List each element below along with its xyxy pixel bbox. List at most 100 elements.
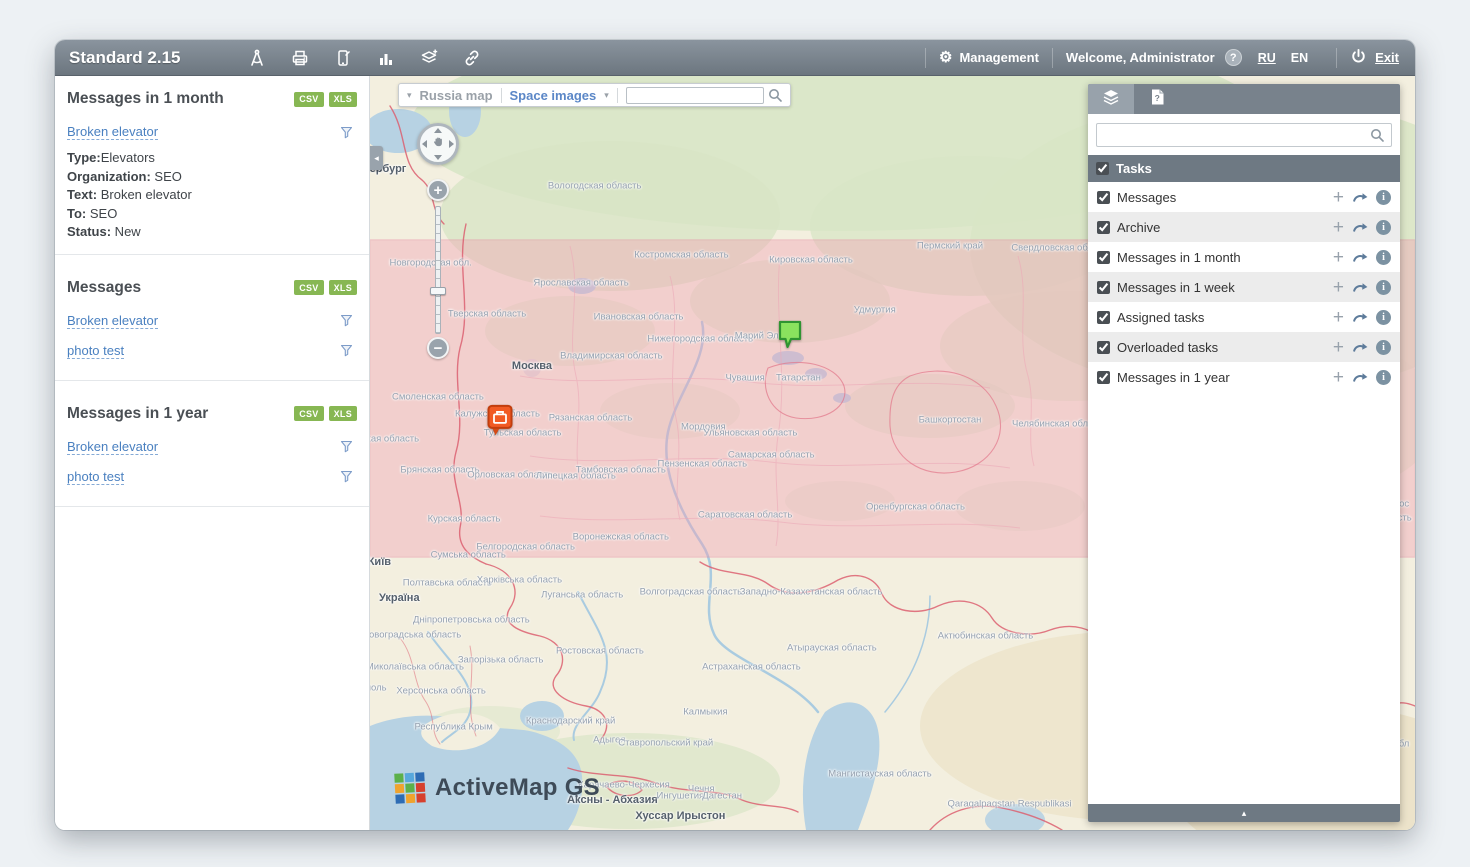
filter-icon[interactable] <box>340 126 353 139</box>
pan-right-icon[interactable] <box>449 140 454 148</box>
go-to-layer-icon[interactable] <box>1352 281 1368 293</box>
management-button[interactable]: ⚙ Management <box>939 50 1039 65</box>
csv-export-button[interactable]: CSV <box>294 406 323 421</box>
layer-checkbox[interactable] <box>1097 311 1110 324</box>
lang-ru-link[interactable]: RU <box>1258 51 1276 65</box>
info-icon[interactable]: i <box>1376 250 1391 265</box>
panel-collapse-arrow[interactable]: ◂ <box>370 146 383 170</box>
add-icon[interactable]: + <box>1333 338 1344 357</box>
go-to-layer-icon[interactable] <box>1352 341 1368 353</box>
layer-checkbox[interactable] <box>1097 341 1110 354</box>
info-icon[interactable]: i <box>1376 340 1391 355</box>
layer-row-messages-1-month[interactable]: Messages in 1 month + i <box>1088 242 1400 272</box>
lang-en-link[interactable]: EN <box>1291 51 1308 65</box>
layer-checkbox[interactable] <box>1097 371 1110 384</box>
layer-checkbox[interactable] <box>1097 251 1110 264</box>
add-icon[interactable]: + <box>1333 188 1344 207</box>
add-icon[interactable]: + <box>1333 248 1344 267</box>
filter-icon[interactable] <box>340 344 353 357</box>
report-block-messages: Messages CSV XLS Broken elevator photo t… <box>55 255 369 381</box>
zoom-slider-handle[interactable] <box>430 287 446 295</box>
csv-export-button[interactable]: CSV <box>294 280 323 295</box>
layer-row-messages[interactable]: Messages + i <box>1088 182 1400 212</box>
search-icon[interactable] <box>768 88 782 102</box>
info-icon[interactable]: i <box>1376 190 1391 205</box>
exit-button[interactable]: Exit <box>1350 48 1399 68</box>
add-icon[interactable]: + <box>1333 278 1344 297</box>
search-icon[interactable] <box>1370 128 1384 147</box>
link-icon[interactable] <box>451 40 494 76</box>
pan-up-icon[interactable] <box>434 128 442 133</box>
filter-icon[interactable] <box>340 314 353 327</box>
task-detail: Organization: SEO <box>67 168 357 187</box>
group-label: Tasks <box>1116 161 1152 176</box>
report-title: Messages in 1 year <box>67 405 208 423</box>
tab-legend[interactable]: ? <box>1134 84 1180 114</box>
info-icon[interactable]: i <box>1376 220 1391 235</box>
layers-list: Messages + i Archive + i <box>1088 182 1400 392</box>
go-to-layer-icon[interactable] <box>1352 371 1368 383</box>
group-checkbox[interactable] <box>1096 162 1109 175</box>
zoom-slider[interactable] <box>435 206 441 334</box>
layer-checkbox[interactable] <box>1097 191 1110 204</box>
map-search-input[interactable] <box>626 87 764 104</box>
task-link[interactable]: photo test <box>67 469 124 485</box>
task-link[interactable]: Broken elevator <box>67 313 158 329</box>
filter-icon[interactable] <box>340 470 353 483</box>
csv-export-button[interactable]: CSV <box>294 92 323 107</box>
add-icon[interactable]: + <box>1333 368 1344 387</box>
panel-collapse-button[interactable]: ▴ <box>1088 804 1400 822</box>
statistics-icon[interactable] <box>365 40 408 76</box>
print-icon[interactable] <box>279 40 322 76</box>
xls-export-button[interactable]: XLS <box>329 280 357 295</box>
layer-row-assigned-tasks[interactable]: Assigned tasks + i <box>1088 302 1400 332</box>
orange-task-marker[interactable] <box>486 404 514 442</box>
task-link[interactable]: Broken elevator <box>67 439 158 455</box>
chevron-down-icon[interactable]: ▾ <box>604 90 609 101</box>
help-icon[interactable]: ? <box>1225 49 1242 66</box>
measure-icon[interactable] <box>236 40 279 76</box>
toolbar-divider <box>925 48 926 68</box>
layers-panel-tabs: ? <box>1088 84 1400 114</box>
overlay-layer-select[interactable]: Space images <box>510 88 597 103</box>
layer-row-messages-1-week[interactable]: Messages in 1 week + i <box>1088 272 1400 302</box>
green-task-area-marker[interactable] <box>777 319 803 355</box>
add-icon[interactable]: + <box>1333 308 1344 327</box>
layers-search-input[interactable] <box>1096 123 1392 147</box>
layer-checkbox[interactable] <box>1097 221 1110 234</box>
xls-export-button[interactable]: XLS <box>329 406 357 421</box>
add-icon[interactable]: + <box>1333 218 1344 237</box>
zoom-out-button[interactable]: − <box>427 337 449 359</box>
info-icon[interactable]: i <box>1376 310 1391 325</box>
add-layer-icon[interactable] <box>408 40 451 76</box>
zoom-in-button[interactable]: + <box>427 179 449 201</box>
go-to-layer-icon[interactable] <box>1352 251 1368 263</box>
xls-export-button[interactable]: XLS <box>329 92 357 107</box>
info-icon[interactable]: i <box>1376 370 1391 385</box>
layer-group-tasks[interactable]: Tasks <box>1088 155 1400 182</box>
go-to-layer-icon[interactable] <box>1352 311 1368 323</box>
mobile-device-icon[interactable] <box>322 40 365 76</box>
filter-icon[interactable] <box>340 440 353 453</box>
layer-row-archive[interactable]: Archive + i <box>1088 212 1400 242</box>
go-to-layer-icon[interactable] <box>1352 191 1368 203</box>
chevron-down-icon[interactable]: ▾ <box>407 90 412 101</box>
pan-left-icon[interactable] <box>422 140 427 148</box>
layer-row-overloaded-tasks[interactable]: Overloaded tasks + i <box>1088 332 1400 362</box>
base-layer-select[interactable]: Russia map <box>420 88 493 103</box>
pan-down-icon[interactable] <box>434 155 442 160</box>
tab-layers[interactable] <box>1088 84 1134 114</box>
panel-empty-space <box>1088 392 1400 804</box>
layers-icon <box>1102 88 1120 111</box>
task-link[interactable]: Broken elevator <box>67 124 158 140</box>
map-canvas[interactable]: ПетербургВологодская областьНовгородская… <box>370 76 1415 830</box>
layer-row-messages-1-year[interactable]: Messages in 1 year + i <box>1088 362 1400 392</box>
pan-control[interactable] <box>417 123 459 165</box>
task-link[interactable]: photo test <box>67 343 124 359</box>
task-detail: Status: New <box>67 223 357 242</box>
welcome-text: Welcome, Administrator <box>1066 50 1215 65</box>
layer-checkbox[interactable] <box>1097 281 1110 294</box>
go-to-layer-icon[interactable] <box>1352 221 1368 233</box>
exit-label: Exit <box>1375 50 1399 65</box>
info-icon[interactable]: i <box>1376 280 1391 295</box>
